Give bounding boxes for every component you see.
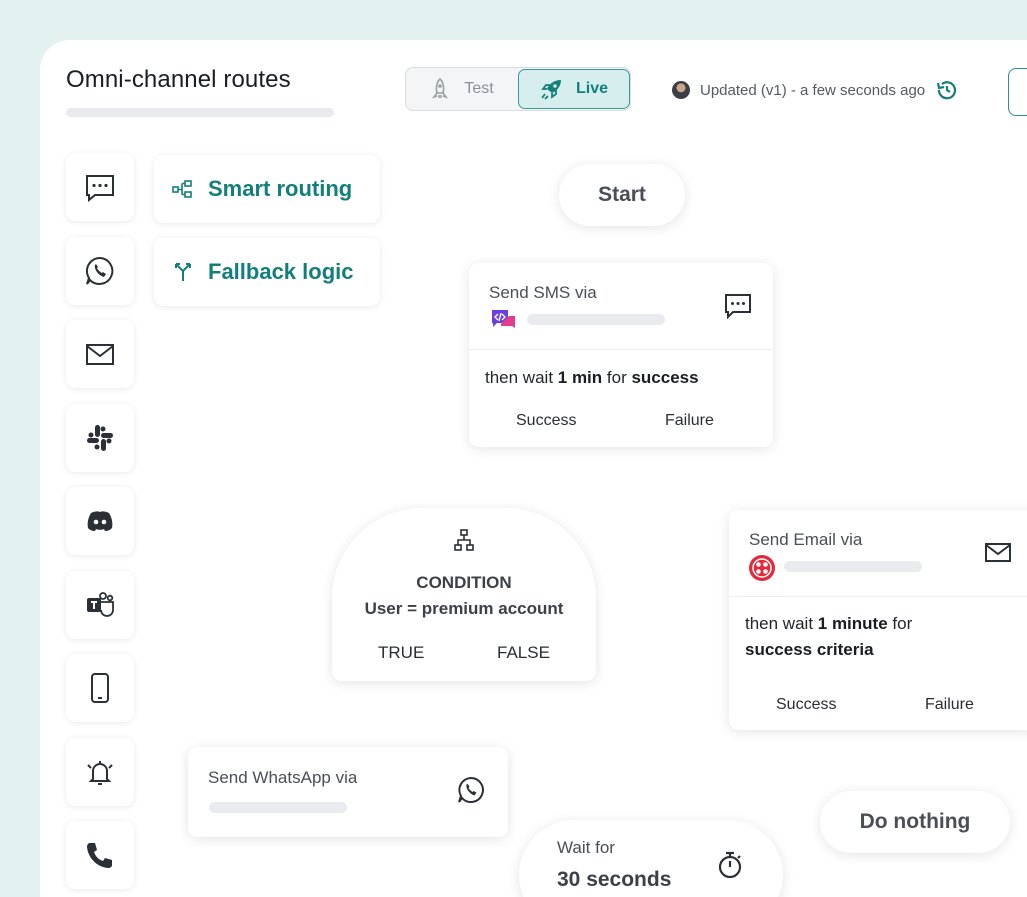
sms-wait-text: then wait 1 min for success: [485, 368, 699, 387]
channel-email[interactable]: [66, 320, 134, 388]
email-icon: [985, 543, 1011, 562]
whatsapp-icon: [85, 256, 114, 285]
whatsapp-node[interactable]: Send WhatsApp via: [188, 747, 508, 837]
do-nothing-node[interactable]: Do nothing: [820, 791, 1010, 853]
start-label: Start: [598, 183, 646, 206]
page-title: Omni-channel routes: [66, 66, 291, 93]
channel-sms[interactable]: [66, 153, 134, 221]
smart-routing-icon: [172, 180, 192, 198]
sms-node[interactable]: Send SMS via then wait 1 min for success…: [469, 263, 773, 447]
condition-true-port[interactable]: TRUE: [378, 643, 424, 663]
feature-smart-routing-label: Smart routing: [208, 176, 353, 201]
whatsapp-icon: [458, 776, 484, 803]
stopwatch-icon: [718, 851, 742, 879]
node-divider: [469, 349, 773, 350]
wait-node-title: Wait for: [557, 838, 615, 857]
wait-duration: 30 seconds: [557, 868, 672, 891]
email-node-title: Send Email via: [749, 530, 863, 549]
provider-placeholder-bar: [527, 314, 665, 325]
email-failure-port[interactable]: Failure: [925, 696, 974, 714]
channel-whatsapp[interactable]: [66, 237, 134, 305]
channel-slack[interactable]: [66, 404, 134, 472]
whatsapp-node-title: Send WhatsApp via: [208, 768, 358, 787]
provider-code-icon: [492, 310, 515, 328]
mode-toggle: Test Live: [405, 67, 631, 111]
history-icon[interactable]: [935, 78, 959, 102]
phone-call-icon: [87, 843, 112, 868]
rocket-outline-icon: [432, 78, 449, 99]
email-icon: [86, 344, 114, 365]
twilio-logo-icon: [749, 555, 775, 581]
publish-button[interactable]: [1008, 68, 1027, 116]
mobile-push-icon: [91, 673, 109, 703]
rocket-icon: [541, 80, 561, 100]
email-wait-text: then wait 1 minute for success criteria: [745, 614, 913, 659]
mode-test-button[interactable]: Test: [406, 68, 518, 110]
email-success-port[interactable]: Success: [776, 696, 836, 714]
sms-failure-port[interactable]: Failure: [665, 412, 714, 430]
teams-icon: [87, 592, 114, 617]
do-nothing-label: Do nothing: [859, 810, 971, 833]
feature-smart-routing[interactable]: Smart routing: [154, 155, 380, 223]
sms-success-port[interactable]: Success: [516, 412, 576, 430]
discord-icon: [87, 511, 113, 531]
fallback-logic-icon: [175, 263, 191, 281]
condition-expression: User = premium account: [364, 599, 564, 618]
in-app-bell-icon: [87, 761, 113, 785]
sms-icon: [86, 175, 114, 203]
version-status: Updated (v1) - a few seconds ago: [672, 78, 959, 102]
wait-node[interactable]: Wait for 30 seconds: [519, 820, 783, 897]
channel-phone[interactable]: [66, 821, 134, 889]
node-divider: [729, 596, 1027, 597]
feature-fallback-logic[interactable]: Fallback logic: [154, 238, 380, 306]
title-placeholder-bar: [66, 108, 334, 117]
channel-teams[interactable]: [66, 571, 134, 639]
start-node[interactable]: Start: [559, 164, 685, 226]
avatar: [672, 81, 690, 99]
slack-icon: [87, 425, 113, 451]
sms-icon: [725, 294, 751, 320]
provider-placeholder-bar: [209, 802, 347, 813]
channel-discord[interactable]: [66, 487, 134, 555]
condition-false-port[interactable]: FALSE: [497, 643, 550, 663]
hierarchy-icon: [454, 529, 474, 551]
condition-node[interactable]: CONDITION User = premium account TRUE FA…: [332, 508, 596, 681]
mode-live-button[interactable]: Live: [518, 69, 630, 109]
condition-heading: CONDITION: [416, 573, 512, 592]
sms-node-title: Send SMS via: [489, 283, 597, 302]
email-node[interactable]: Send Email via then wait 1 minute for suc…: [729, 510, 1027, 730]
updated-text: Updated (v1) - a few seconds ago: [700, 81, 926, 99]
channel-mobile-push[interactable]: [66, 654, 134, 722]
channel-in-app[interactable]: [66, 738, 134, 806]
mode-live-label: Live: [575, 80, 608, 97]
mode-test-label: Test: [464, 80, 494, 97]
provider-placeholder-bar: [784, 561, 922, 572]
feature-fallback-logic-label: Fallback logic: [208, 259, 354, 284]
